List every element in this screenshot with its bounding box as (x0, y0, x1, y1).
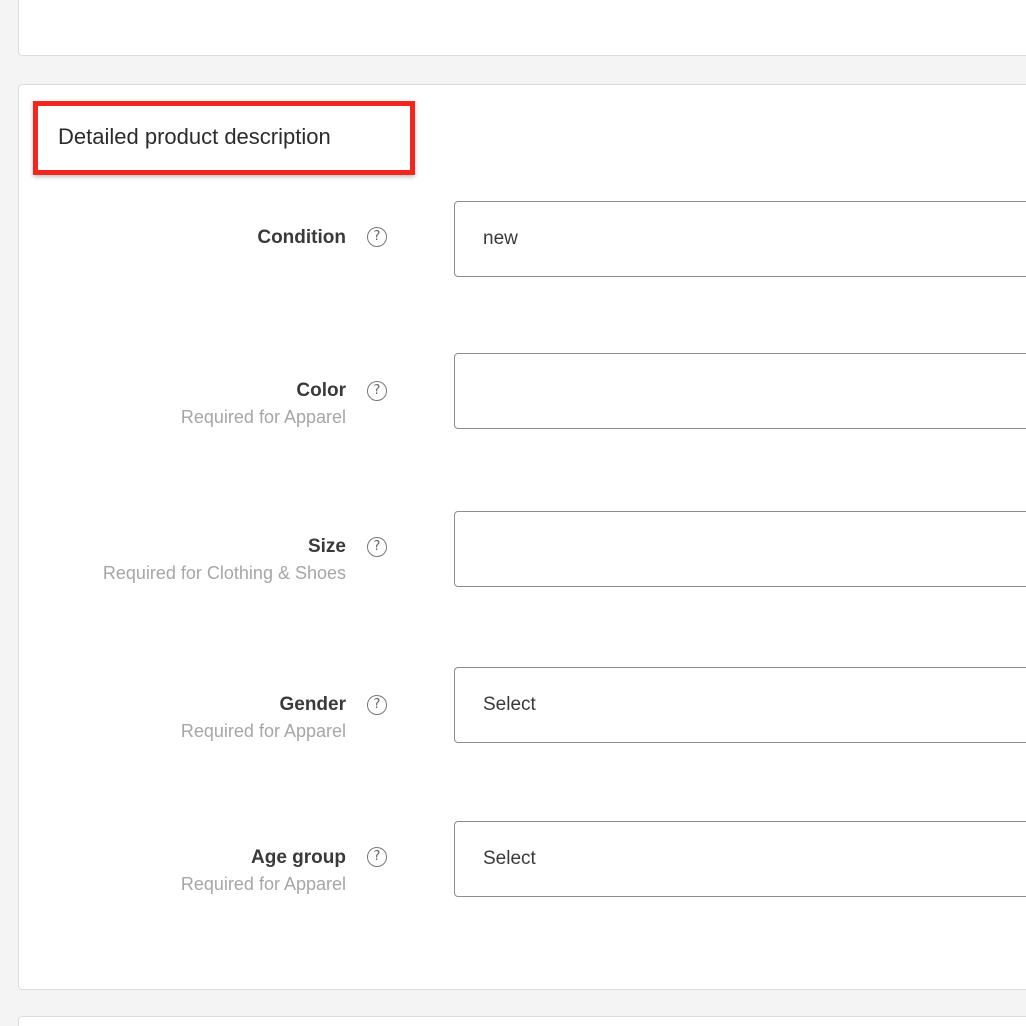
age-group-label-block: Age group Required for Apparel (86, 845, 346, 897)
previous-section-card (18, 0, 1026, 56)
age-group-hint: Required for Apparel (180, 874, 346, 894)
age-group-select[interactable]: Select (454, 821, 1026, 897)
condition-label-block: Condition (86, 225, 346, 251)
size-hint: Required for Clothing & Shoes (102, 563, 346, 583)
size-label-block: Size Required for Clothing & Shoes (86, 534, 346, 586)
gender-help-icon[interactable]: ? (367, 695, 387, 715)
condition-help-icon[interactable]: ? (367, 227, 387, 247)
color-input[interactable] (454, 353, 1026, 429)
age-group-label: Age group (251, 847, 346, 868)
color-label: Color (296, 380, 346, 401)
section-title: Detailed product description (58, 124, 331, 149)
size-label: Size (307, 536, 346, 557)
color-help-icon[interactable]: ? (367, 381, 387, 401)
gender-label-block: Gender Required for Apparel (86, 692, 346, 744)
size-input[interactable] (454, 511, 1026, 587)
gender-hint: Required for Apparel (180, 721, 346, 741)
gender-label: Gender (279, 694, 346, 715)
condition-input[interactable]: new (454, 201, 1026, 277)
condition-label: Condition (257, 227, 346, 248)
page: Detailed product description Condition ?… (0, 0, 1026, 1026)
size-help-icon[interactable]: ? (367, 537, 387, 557)
next-section-card (18, 1016, 1026, 1026)
gender-select[interactable]: Select (454, 667, 1026, 743)
age-group-help-icon[interactable]: ? (367, 847, 387, 867)
color-hint: Required for Apparel (180, 407, 346, 427)
color-label-block: Color Required for Apparel (86, 378, 346, 430)
